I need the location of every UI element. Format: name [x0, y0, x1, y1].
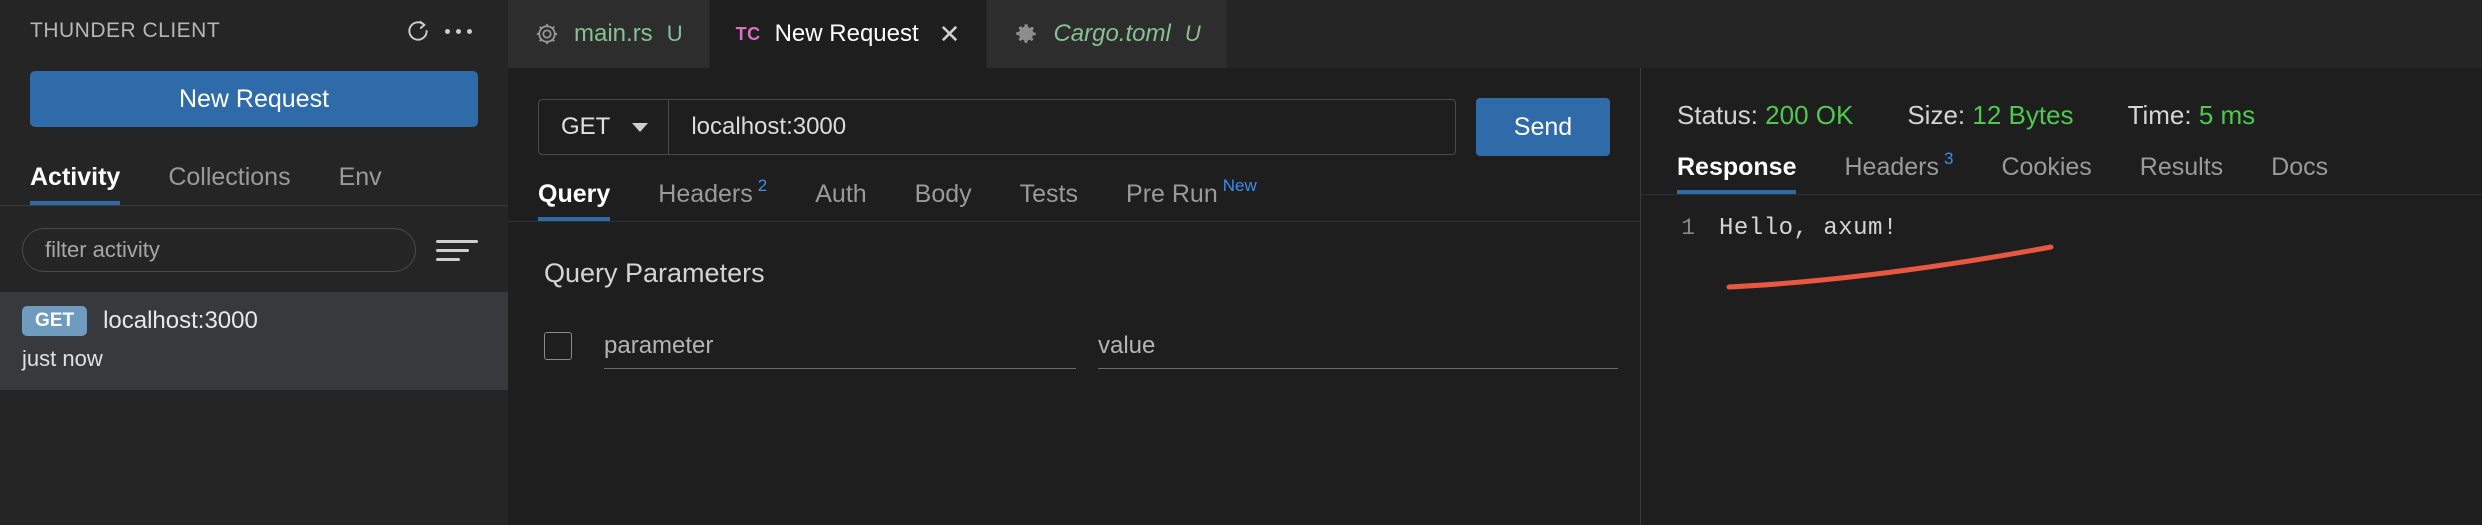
method-badge: GET	[22, 306, 88, 336]
query-parameters-title: Query Parameters	[544, 258, 765, 288]
request-tab-auth[interactable]: Auth	[815, 180, 866, 221]
query-parameter-name-input[interactable]	[604, 331, 1076, 360]
response-tabs: Response Headers 3 Cookies Results Docs	[1641, 131, 2482, 195]
editor-tab-main-rs[interactable]: main.rs U	[508, 0, 710, 68]
main-area: main.rs U TC New Request ✕ Cargo.toml U	[508, 0, 2482, 525]
size-label: Size:	[1907, 100, 1966, 130]
more-options-icon[interactable]	[438, 11, 478, 51]
query-parameter-row	[508, 289, 1640, 369]
close-icon[interactable]: ✕	[939, 21, 961, 47]
activity-item-url: localhost:3000	[103, 306, 258, 334]
request-tabs: Query Headers 2 Auth Body Tests Pre Run …	[508, 156, 1640, 222]
time-value: 5 ms	[2198, 100, 2256, 130]
filter-sort-icon[interactable]	[436, 239, 478, 261]
gear-icon	[1013, 21, 1039, 47]
response-tab-badge: 3	[1943, 149, 1954, 168]
request-tab-body[interactable]: Body	[915, 180, 972, 221]
sidebar-tab-collections[interactable]: Collections	[168, 163, 290, 205]
response-pane: Status: 200 OK Size: 12 Bytes Time: 5 ms…	[1641, 68, 2482, 525]
response-body-line: 1 Hello, axum!	[1641, 215, 2482, 242]
request-tab-label: Query	[538, 180, 611, 208]
request-tab-badge: 2	[757, 176, 768, 195]
sidebar: THUNDER CLIENT New Request Activity Coll…	[0, 0, 508, 525]
thunder-client-window: THUNDER CLIENT New Request Activity Coll…	[0, 0, 2482, 525]
response-body[interactable]: 1 Hello, axum!	[1641, 195, 2482, 525]
request-tab-badge-new: New	[1222, 176, 1257, 195]
editor-tab-label: main.rs	[574, 20, 653, 47]
status-label: Status:	[1677, 100, 1758, 130]
activity-item-header: GET localhost:3000	[22, 306, 508, 336]
response-tab-label: Cookies	[2001, 153, 2092, 181]
thunder-client-icon: TC	[735, 23, 761, 44]
activity-list-item[interactable]: GET localhost:3000 just now	[0, 292, 508, 390]
editor-tab-label: New Request	[774, 20, 919, 47]
workspace: GET Send Query Headers 2	[508, 68, 2482, 525]
response-tab-docs[interactable]: Docs	[2271, 153, 2328, 194]
query-parameter-checkbox[interactable]	[544, 332, 572, 360]
status-badge: Status: 200 OK	[1677, 100, 1853, 131]
response-tab-label: Docs	[2271, 153, 2329, 181]
more-dots	[444, 28, 472, 34]
request-pane: GET Send Query Headers 2	[508, 68, 1641, 525]
query-parameter-value-field	[1098, 323, 1618, 369]
request-tab-label: Pre Run	[1126, 180, 1218, 208]
response-tab-cookies[interactable]: Cookies	[2001, 153, 2091, 194]
query-parameter-value-input[interactable]	[1098, 331, 1618, 360]
sidebar-title: THUNDER CLIENT	[30, 19, 221, 42]
status-value: 200 OK	[1765, 100, 1854, 130]
chevron-down-icon	[632, 122, 649, 132]
sidebar-tab-activity[interactable]: Activity	[30, 163, 121, 205]
request-tab-tests[interactable]: Tests	[1020, 180, 1078, 221]
url-box: GET	[538, 99, 1456, 155]
response-tab-label: Response	[1677, 153, 1797, 181]
response-tab-label: Headers	[1844, 153, 1939, 181]
editor-tabbar: main.rs U TC New Request ✕ Cargo.toml U	[508, 0, 2482, 68]
request-tab-query[interactable]: Query	[538, 180, 611, 221]
time-label: Time:	[2127, 100, 2192, 130]
new-request-button[interactable]: New Request	[30, 71, 478, 127]
http-method-value: GET	[561, 113, 611, 140]
response-tab-response[interactable]: Response	[1677, 153, 1797, 194]
editor-tab-new-request[interactable]: TC New Request ✕	[709, 0, 988, 68]
url-input[interactable]	[669, 100, 1455, 154]
editor-tab-label: Cargo.toml	[1053, 20, 1171, 47]
rust-icon	[534, 21, 560, 47]
send-button[interactable]: Send	[1476, 98, 1610, 156]
editor-tab-dirty-indicator: U	[666, 21, 683, 46]
editor-tab-dirty-indicator: U	[1184, 21, 1201, 46]
response-body-text: Hello, axum!	[1719, 215, 1898, 242]
response-tab-label: Results	[2139, 153, 2224, 181]
response-tab-results[interactable]: Results	[2140, 153, 2223, 194]
query-parameter-name-field	[604, 323, 1076, 369]
activity-item-time: just now	[22, 345, 103, 371]
http-method-select[interactable]: GET	[539, 100, 670, 154]
filter-row	[0, 206, 508, 272]
request-tab-label: Auth	[815, 180, 867, 208]
size-value: 12 Bytes	[1972, 100, 2074, 130]
url-row: GET Send	[508, 68, 1640, 156]
response-tab-headers[interactable]: Headers 3	[1844, 149, 1953, 194]
activity-list: GET localhost:3000 just now	[0, 292, 508, 390]
request-tab-pre-run[interactable]: Pre Run New	[1126, 176, 1257, 221]
response-status-bar: Status: 200 OK Size: 12 Bytes Time: 5 ms	[1641, 68, 2482, 131]
time-badge: Time: 5 ms	[2128, 100, 2256, 131]
request-tab-label: Tests	[1019, 180, 1079, 208]
sidebar-tab-env[interactable]: Env	[339, 163, 382, 205]
request-tab-label: Body	[914, 180, 972, 208]
refresh-icon[interactable]	[398, 11, 438, 51]
size-badge: Size: 12 Bytes	[1907, 100, 2073, 131]
request-tab-headers[interactable]: Headers 2	[658, 176, 767, 221]
sidebar-tabs: Activity Collections Env	[0, 146, 508, 206]
sidebar-header: THUNDER CLIENT	[0, 0, 508, 62]
filter-activity-input[interactable]	[22, 228, 416, 272]
line-number: 1	[1681, 215, 1695, 241]
request-tab-label: Headers	[658, 180, 753, 208]
editor-tab-cargo-toml[interactable]: Cargo.toml U	[987, 0, 1228, 68]
